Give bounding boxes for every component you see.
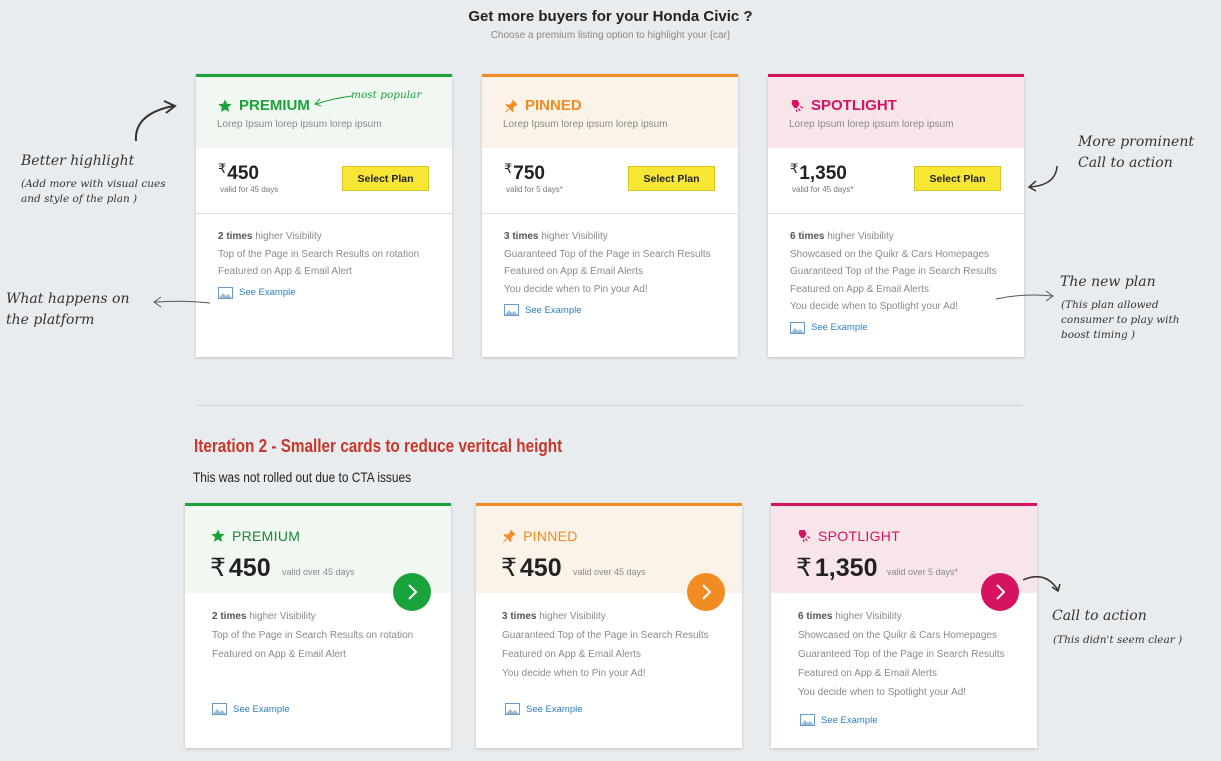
feature-item: You decide when to Pin your Ad! xyxy=(504,283,648,295)
plan-name: PINNED xyxy=(501,528,578,544)
chevron-right-icon xyxy=(408,584,418,600)
annotation-prominent: More prominent Call to action xyxy=(1078,134,1194,171)
pin-icon xyxy=(503,529,516,543)
annotation-platform: What happens on the platform xyxy=(6,291,130,328)
select-plan-button[interactable]: Select Plan xyxy=(628,166,715,191)
image-icon xyxy=(505,703,520,715)
annotation-new-plan: The new plan xyxy=(1060,274,1156,290)
plan-card-spotlight: SPOTLIGHT Lorep Ipsum lorep ipsum lorep … xyxy=(768,74,1024,357)
plan-price: ₹450 xyxy=(501,554,562,582)
feature-item: Showcased on the Quikr & Cars Homepages xyxy=(790,248,989,260)
page-title: Get more buyers for your Honda Civic ? xyxy=(468,8,753,25)
pin-icon xyxy=(505,98,518,113)
compact-plan-card-spotlight: SPOTLIGHT ₹1,350 valid over 5 days* 6 ti… xyxy=(771,503,1037,748)
feature-item: 2 times higher Visibility xyxy=(212,611,316,622)
feature-item: Guaranteed Top of the Page in Search Res… xyxy=(502,630,709,641)
image-icon xyxy=(800,714,815,726)
annotation-arrow xyxy=(314,95,353,107)
feature-item: 3 times higher Visibility xyxy=(502,611,606,622)
select-plan-button[interactable]: Select Plan xyxy=(342,166,429,191)
feature-item: Featured on App & Email Alerts xyxy=(798,668,937,679)
annotation-cta-note: (This didn't seem clear ) xyxy=(1053,634,1183,646)
spotlight-icon xyxy=(791,99,804,112)
see-example-link[interactable]: See Example xyxy=(505,703,583,715)
feature-item: Featured on App & Email Alerts xyxy=(790,283,929,295)
see-example-link[interactable]: See Example xyxy=(504,304,738,316)
annotation-new-plan-note: (This plan allowed consumer to play with… xyxy=(1061,299,1180,341)
iteration-note: This was not rolled out due to CTA issue… xyxy=(193,469,412,485)
feature-item: 6 times higher Visibility xyxy=(798,611,902,622)
select-plan-button[interactable]: Select Plan xyxy=(914,166,1001,191)
plan-name: SPOTLIGHT xyxy=(789,97,1024,114)
image-icon xyxy=(504,304,519,316)
feature-item: You decide when to Spotlight your Ad! xyxy=(790,301,959,312)
compact-plan-card-pinned: PINNED ₹450 valid over 45 days 3 times h… xyxy=(476,503,742,748)
feature-item: 2 times higher Visibility xyxy=(218,231,322,242)
plan-price: ₹1,350 xyxy=(796,554,878,582)
see-example-link[interactable]: See Example xyxy=(800,714,878,726)
annotation-better-highlight-note: (Add more with visual cues and style of … xyxy=(21,178,166,205)
annotation-arrow xyxy=(134,100,177,142)
chevron-right-icon xyxy=(702,584,712,600)
star-icon xyxy=(211,529,225,542)
plan-price: ₹750 xyxy=(504,161,545,184)
feature-item: You decide when to Spotlight your Ad! xyxy=(798,687,967,698)
plan-validity: valid for 5 days* xyxy=(506,185,563,194)
chevron-right-icon xyxy=(996,584,1006,600)
feature-item: You decide when to Pin your Ad! xyxy=(502,668,646,679)
cta-arrow-button[interactable] xyxy=(393,573,431,611)
feature-item: Guaranteed Top of the Page in Search Res… xyxy=(798,649,1005,660)
plan-description: Lorep Ipsum lorep ipsum lorep ipsum xyxy=(217,119,382,130)
annotation-arrow xyxy=(995,290,1054,302)
plan-description: Lorep Ipsum lorep ipsum lorep ipsum xyxy=(789,119,954,130)
spotlight-icon xyxy=(798,530,811,543)
plan-name: PREMIUM xyxy=(210,528,300,544)
annotation-arrow xyxy=(1022,575,1061,593)
iteration-heading: Iteration 2 - Smaller cards to reduce ve… xyxy=(194,436,563,456)
plan-price: ₹1,350 xyxy=(790,161,847,184)
feature-item: Top of the Page in Search Results on rot… xyxy=(212,630,414,641)
annotation-better-highlight: Better highlight xyxy=(21,153,135,169)
star-icon xyxy=(218,98,232,112)
plan-name: PINNED xyxy=(503,97,738,114)
plan-validity: valid over 5 days* xyxy=(887,567,959,577)
cta-arrow-button[interactable] xyxy=(687,573,725,611)
plan-price: ₹450 xyxy=(218,161,259,184)
feature-item: Top of the Page in Search Results on rot… xyxy=(218,248,420,260)
see-example-link[interactable]: See Example xyxy=(212,703,290,715)
feature-item: Featured on App & Email Alert xyxy=(212,649,346,660)
see-example-link[interactable]: See Example xyxy=(218,286,452,299)
feature-item: 6 times higher Visibility xyxy=(790,231,894,242)
plan-card-premium: PREMIUM Lorep Ipsum lorep ipsum lorep ip… xyxy=(196,74,452,357)
plan-validity: valid for 45 days xyxy=(220,185,279,194)
annotation-cta: Call to action xyxy=(1052,608,1147,624)
most-popular-badge: most popular xyxy=(351,89,422,101)
annotation-arrow xyxy=(153,296,211,308)
feature-item: Featured on App & Email Alert xyxy=(218,266,352,277)
page-subtitle: Choose a premium listing option to highl… xyxy=(490,30,731,41)
feature-item: Guaranteed Top of the Page in Search Res… xyxy=(790,266,997,277)
image-icon xyxy=(212,703,227,715)
feature-item: Featured on App & Email Alerts xyxy=(504,266,643,277)
plan-validity: valid over 45 days xyxy=(573,567,646,577)
plan-card-pinned: PINNED Lorep Ipsum lorep ipsum lorep ips… xyxy=(482,74,738,357)
feature-item: 3 times higher Visibility xyxy=(504,231,608,242)
plan-description: Lorep Ipsum lorep ipsum lorep ipsum xyxy=(503,119,668,130)
feature-item: Showcased on the Quikr & Cars Homepages xyxy=(798,630,997,641)
feature-item: Guaranteed Top of the Page in Search Res… xyxy=(504,248,711,260)
plan-validity: valid for 45 days* xyxy=(792,185,854,194)
annotation-arrow xyxy=(1027,165,1058,192)
compact-plan-card-premium: PREMIUM ₹450 valid over 45 days 2 times … xyxy=(185,503,451,748)
feature-item: Featured on App & Email Alerts xyxy=(502,649,641,660)
image-icon xyxy=(218,286,233,299)
section-divider xyxy=(197,405,1023,406)
see-example-link[interactable]: See Example xyxy=(790,321,1024,334)
plan-validity: valid over 45 days xyxy=(282,567,355,577)
cta-arrow-button[interactable] xyxy=(981,573,1019,611)
image-icon xyxy=(790,321,805,334)
plan-name: SPOTLIGHT xyxy=(796,528,900,544)
plan-price: ₹450 xyxy=(210,554,271,582)
